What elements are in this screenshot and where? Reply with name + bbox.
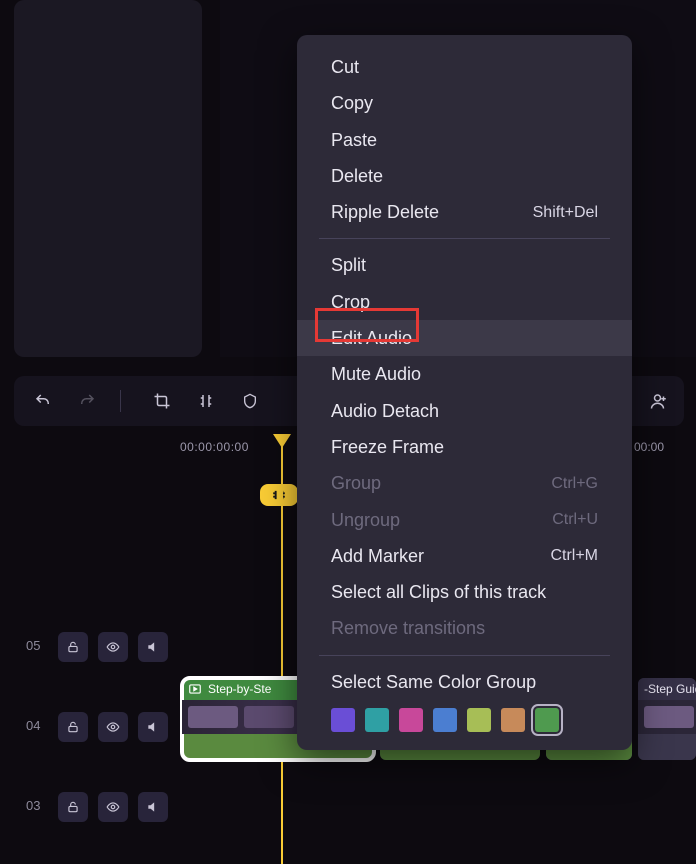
track-number: 05 [26, 638, 40, 653]
color-swatch-purple[interactable] [331, 708, 355, 732]
menu-item-group: GroupCtrl+G [297, 465, 632, 501]
color-swatch-blue[interactable] [433, 708, 457, 732]
split-button[interactable] [191, 386, 221, 416]
menu-item-audio-detach[interactable]: Audio Detach [297, 393, 632, 429]
menu-item-edit-audio[interactable]: Edit Audio [297, 320, 632, 356]
menu-item-crop[interactable]: Crop [297, 284, 632, 320]
track-visibility-button[interactable] [98, 712, 128, 742]
menu-item-mute-audio[interactable]: Mute Audio [297, 356, 632, 392]
track-number: 04 [26, 718, 40, 733]
track-number: 03 [26, 798, 40, 813]
track-lock-button[interactable] [58, 792, 88, 822]
menu-item-ripple-delete[interactable]: Ripple DeleteShift+Del [297, 194, 632, 230]
color-swatch-green[interactable] [535, 708, 559, 732]
track-visibility-button[interactable] [98, 632, 128, 662]
track-visibility-button[interactable] [98, 792, 128, 822]
menu-divider [319, 655, 610, 656]
menu-item-paste[interactable]: Paste [297, 122, 632, 158]
menu-item-delete[interactable]: Delete [297, 158, 632, 194]
context-menu: Cut Copy Paste Delete Ripple DeleteShift… [297, 35, 632, 750]
menu-item-copy[interactable]: Copy [297, 85, 632, 121]
ruler-timecode-right: 00:00 [634, 440, 664, 454]
undo-button[interactable] [28, 386, 58, 416]
menu-item-cut[interactable]: Cut [297, 49, 632, 85]
crop-button[interactable] [147, 386, 177, 416]
color-swatch-orange[interactable] [501, 708, 525, 732]
user-button[interactable] [644, 386, 674, 416]
menu-item-select-same-color: Select Same Color Group [297, 664, 632, 700]
track-mute-button[interactable] [138, 632, 168, 662]
color-swatch-row [297, 700, 632, 732]
marker-button[interactable] [235, 386, 265, 416]
track-mute-button[interactable] [138, 792, 168, 822]
track-row-03: 03 [14, 774, 684, 840]
menu-item-remove-transitions: Remove transitions [297, 610, 632, 646]
track-mute-button[interactable] [138, 712, 168, 742]
redo-button[interactable] [72, 386, 102, 416]
toolbar-separator [120, 390, 121, 412]
menu-item-split[interactable]: Split [297, 247, 632, 283]
menu-item-freeze-frame[interactable]: Freeze Frame [297, 429, 632, 465]
color-swatch-olive[interactable] [467, 708, 491, 732]
ruler-timecode-start: 00:00:00:00 [180, 440, 249, 454]
menu-divider [319, 238, 610, 239]
menu-item-ungroup: UngroupCtrl+U [297, 502, 632, 538]
track-lock-button[interactable] [58, 712, 88, 742]
menu-item-select-all-clips[interactable]: Select all Clips of this track [297, 574, 632, 610]
menu-item-add-marker[interactable]: Add MarkerCtrl+M [297, 538, 632, 574]
track-lock-button[interactable] [58, 632, 88, 662]
color-swatch-magenta[interactable] [399, 708, 423, 732]
timeline-marker[interactable] [260, 484, 298, 506]
color-swatch-teal[interactable] [365, 708, 389, 732]
media-preview-panel [14, 0, 202, 357]
